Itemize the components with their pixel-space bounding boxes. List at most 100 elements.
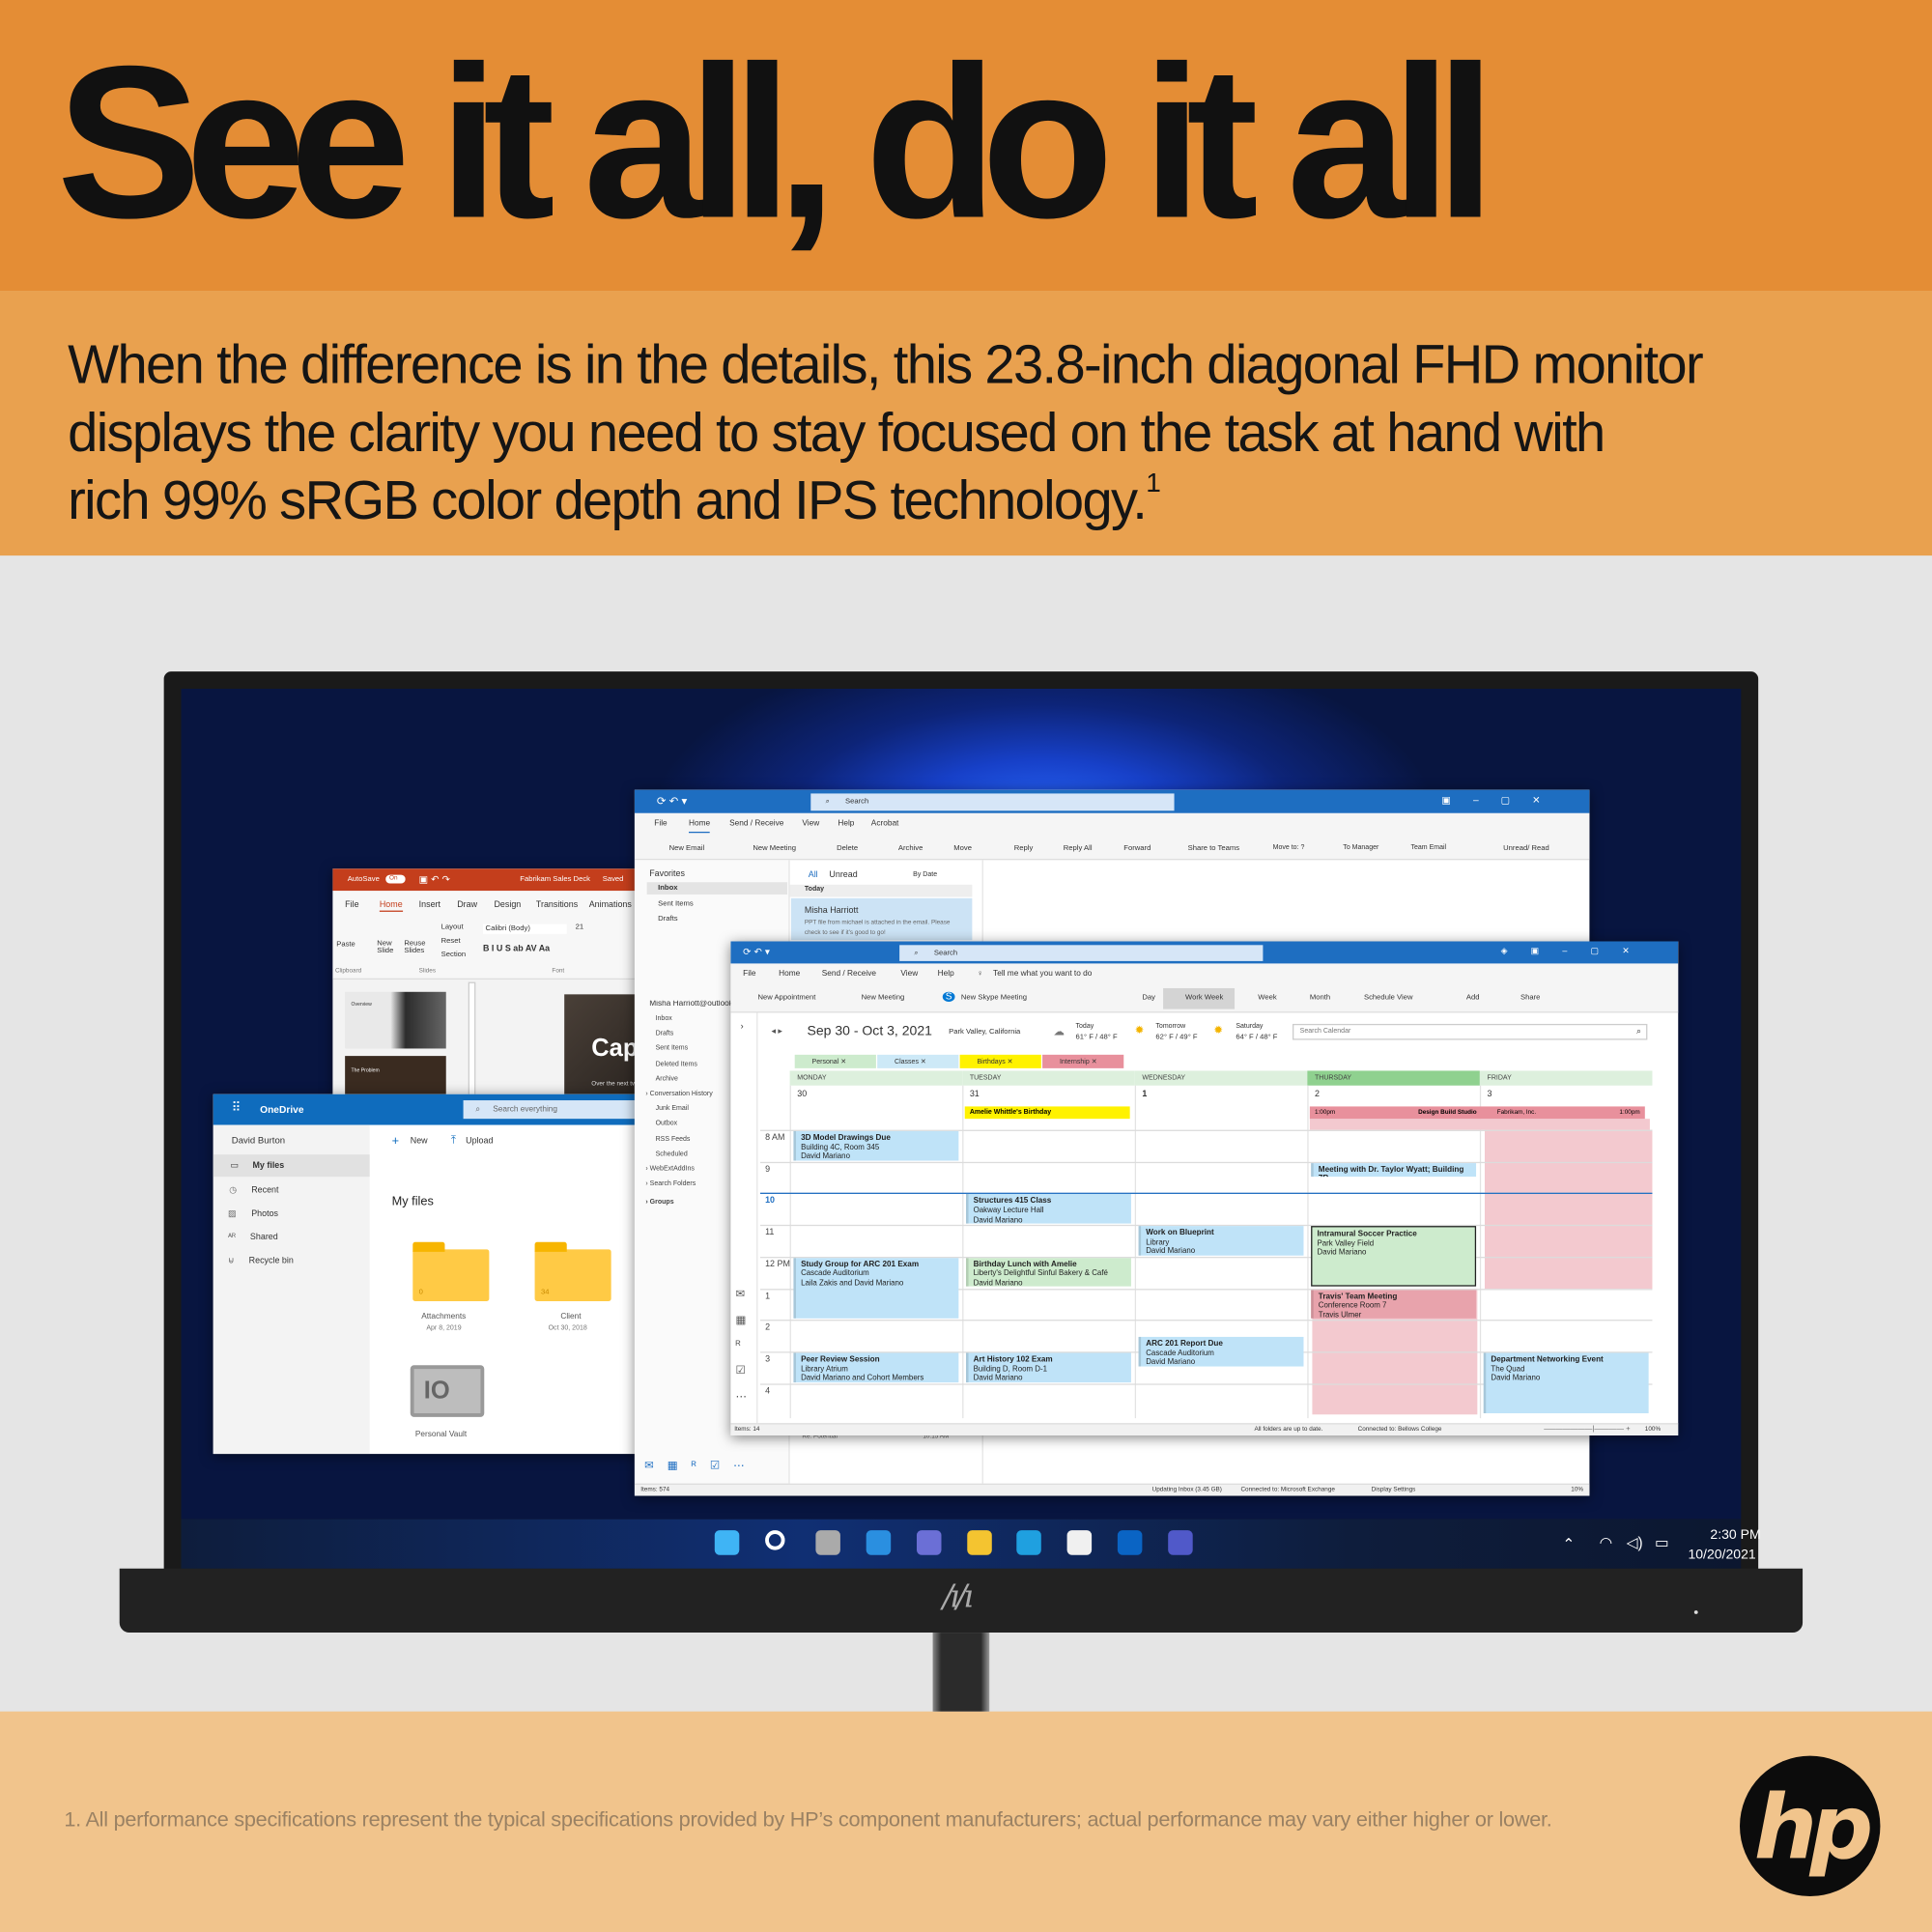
day-header-tuesday[interactable]: TUESDAY	[962, 1070, 1135, 1086]
filter-all[interactable]: All	[809, 871, 818, 880]
folder-item[interactable]: Sent Items	[656, 1045, 689, 1053]
teams-icon[interactable]	[1168, 1530, 1193, 1555]
onedrive-search[interactable]: ⌕ Search everything	[463, 1100, 645, 1120]
window-controls[interactable]: ◈▣–▢✕	[1501, 948, 1653, 956]
calendar-event[interactable]: Department Networking Event The Quad David…	[1483, 1352, 1649, 1414]
teams-chat-icon[interactable]	[916, 1530, 941, 1555]
thumbnail-scrollbar[interactable]	[468, 981, 476, 1097]
category-tag-classes[interactable]: Classes ✕	[877, 1054, 959, 1068]
calendar-event[interactable]: Intramural Soccer Practice Park Valley Fi…	[1311, 1226, 1477, 1288]
category-tag-personal[interactable]: Personal ✕	[794, 1054, 876, 1068]
view-work-week-button[interactable]: Work Week	[1163, 987, 1236, 1009]
tab-animations[interactable]: Animations	[589, 900, 632, 909]
day-header-wednesday[interactable]: WEDNESDAY	[1134, 1070, 1308, 1086]
font-format-buttons[interactable]: B I U S ab AV Aa	[483, 945, 550, 953]
sync-icon[interactable]: ⟳ ↶ ▾	[743, 947, 770, 957]
menu-view[interactable]: View	[802, 820, 819, 828]
section-button[interactable]: Section	[441, 952, 467, 959]
all-day-event[interactable]: Amelie Whittle's Birthday	[964, 1106, 1130, 1120]
nav-recycle-bin[interactable]: Recycle bin	[249, 1257, 294, 1265]
filter-unread[interactable]: Unread	[829, 871, 857, 880]
folder-item[interactable]: Inbox	[656, 1015, 672, 1023]
windows-start-icon[interactable]	[714, 1530, 740, 1555]
reset-button[interactable]: Reset	[441, 938, 461, 946]
show-hidden-icons[interactable]: ⌃	[1562, 1535, 1575, 1552]
nav-recent[interactable]: Recent	[251, 1186, 278, 1195]
tab-insert[interactable]: Insert	[419, 900, 440, 909]
message-item[interactable]: Misha Harriott PPT file from michael is …	[790, 897, 973, 941]
autosave-toggle[interactable]: On	[385, 874, 406, 884]
all-day-banner-design-build-studio[interactable]: 1:00pm Design Build Studio Fabrikam, Inc. 1…	[1309, 1106, 1645, 1120]
font-name-select[interactable]: Calibri (Body)	[482, 923, 568, 934]
tab-draw[interactable]: Draw	[457, 900, 477, 909]
quickstep-manager[interactable]: To Manager	[1343, 844, 1378, 852]
menu-file[interactable]: File	[743, 970, 755, 979]
category-tag-internship[interactable]: Internship ✕	[1042, 1054, 1124, 1068]
new-skype-meeting-button[interactable]: New Skype Meeting	[961, 994, 1027, 1002]
unread-read-button[interactable]: Unread/ Read	[1503, 845, 1549, 853]
add-button[interactable]: Add	[1466, 994, 1480, 1002]
calendar-event[interactable]: Work on Blueprint Library David Mariano	[1138, 1226, 1304, 1256]
upload-button[interactable]: Upload	[466, 1137, 493, 1146]
calendar-event[interactable]: Art History 102 Exam Building D, Room D-1…	[965, 1352, 1131, 1382]
search-calendar-input[interactable]: Search Calendar ⌕	[1293, 1023, 1648, 1040]
menu-acrobat[interactable]: Acrobat	[871, 820, 899, 828]
sort-dropdown[interactable]: By Date	[913, 871, 937, 879]
fav-drafts[interactable]: Drafts	[658, 916, 677, 923]
fav-inbox[interactable]: Inbox	[646, 882, 788, 895]
edge-icon[interactable]	[1016, 1530, 1042, 1555]
calendar-search[interactable]: ⌕ Search	[899, 945, 1264, 961]
battery-icon[interactable]: ▭	[1655, 1534, 1668, 1551]
slide-thumbnail-1[interactable]: Overview	[345, 991, 446, 1049]
new-button[interactable]: New	[411, 1137, 428, 1146]
new-meeting-button[interactable]: New Meeting	[862, 994, 905, 1002]
tab-design[interactable]: Design	[494, 900, 521, 909]
new-meeting-button[interactable]: New Meeting	[753, 845, 796, 853]
forward-button[interactable]: Forward	[1123, 845, 1151, 853]
nav-shared[interactable]: Shared	[250, 1234, 278, 1242]
powerpoint-window[interactable]: AutoSave On ▣ ↶ ↷ Fabrikam Sales Deck Sa…	[332, 868, 643, 1097]
slide-canvas[interactable]: Cap Over the next tw	[564, 994, 643, 1097]
tab-file[interactable]: File	[345, 900, 358, 909]
calendar-event[interactable]: 3D Model Drawings Due Building 4C, Room 3…	[793, 1130, 959, 1161]
sync-icon[interactable]: ⟳ ↶ ▾	[657, 795, 687, 807]
calendar-event[interactable]: Birthday Lunch with Amelie Liberty's Deli…	[965, 1258, 1131, 1288]
menu-file[interactable]: File	[654, 820, 667, 828]
schedule-view-button[interactable]: Schedule View	[1364, 994, 1413, 1002]
folder-item[interactable]: › Search Folders	[645, 1180, 696, 1188]
personal-vault-icon[interactable]: IO	[410, 1365, 485, 1417]
tell-me-input[interactable]: Tell me what you want to do	[993, 970, 1092, 979]
favorites-header[interactable]: Favorites	[649, 870, 685, 879]
file-explorer-icon[interactable]	[966, 1530, 992, 1555]
nav-my-files[interactable]: ▭ My files	[213, 1154, 370, 1178]
outlook-icon[interactable]	[1118, 1530, 1143, 1555]
module-icons[interactable]: ✉▦ᴿ☑⋯	[644, 1460, 758, 1470]
prev-next-arrows[interactable]: ◂ ▸	[771, 1028, 781, 1037]
menu-send-receive[interactable]: Send / Receive	[822, 970, 876, 979]
tab-transitions[interactable]: Transitions	[536, 900, 578, 909]
folder-item[interactable]: Deleted Items	[656, 1061, 697, 1068]
view-day-button[interactable]: Day	[1142, 994, 1155, 1002]
folder-client[interactable]: 34	[534, 1241, 611, 1301]
calendar-event[interactable]: Travis' Team Meeting Conference Room 7 Tra…	[1311, 1289, 1477, 1320]
day-header-thursday[interactable]: THURSDAY	[1307, 1070, 1480, 1086]
quickstep-team-email[interactable]: Team Email	[1410, 844, 1446, 852]
tab-home[interactable]: Home	[379, 900, 403, 912]
store-icon[interactable]	[1066, 1530, 1093, 1555]
fav-sent[interactable]: Sent Items	[658, 900, 694, 908]
wifi-icon[interactable]: ◠	[1600, 1534, 1612, 1551]
menu-help[interactable]: Help	[938, 970, 954, 979]
menu-home[interactable]: Home	[689, 820, 711, 833]
slide-thumbnail-2[interactable]: The Problem	[345, 1056, 446, 1097]
widgets-icon[interactable]	[866, 1530, 891, 1555]
menu-help[interactable]: Help	[838, 820, 854, 828]
mail-search[interactable]: ⌕ Search	[810, 793, 1175, 811]
volume-icon[interactable]: ◁)	[1627, 1534, 1643, 1551]
quickstep-move[interactable]: Move to: ?	[1273, 844, 1305, 852]
calendar-event[interactable]: Peer Review Session Library Atrium David M…	[793, 1352, 959, 1382]
layout-button[interactable]: Layout	[441, 924, 464, 932]
folder-attachments[interactable]: 0	[412, 1241, 490, 1301]
app-launcher-icon[interactable]: ⠿	[232, 1102, 241, 1116]
folder-item[interactable]: RSS Feeds	[656, 1136, 691, 1144]
menu-home[interactable]: Home	[779, 970, 800, 979]
